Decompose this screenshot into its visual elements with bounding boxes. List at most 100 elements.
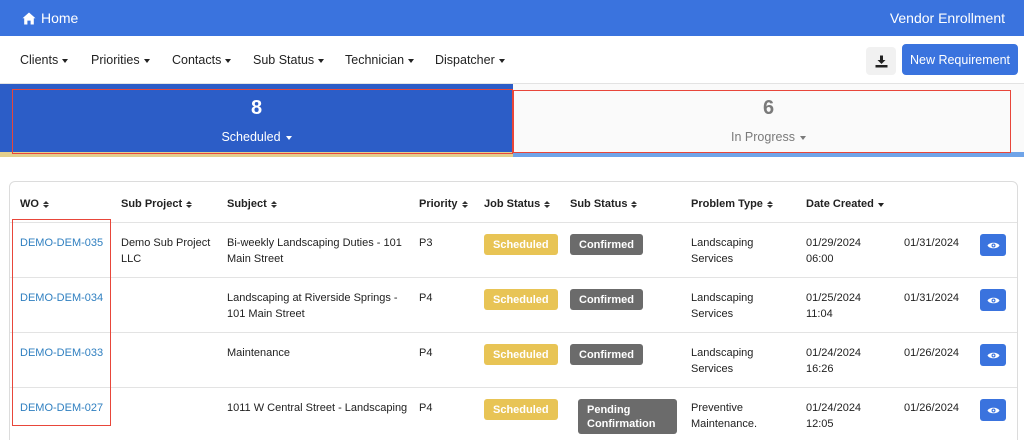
scheduled-tab[interactable]: 8 Scheduled xyxy=(0,84,513,157)
filter-label: Contacts xyxy=(172,53,222,67)
sort-icon xyxy=(270,200,277,208)
column-header-wo[interactable]: WO xyxy=(20,198,49,210)
wo-link[interactable]: DEMO-DEM-027 xyxy=(20,400,103,416)
filter-label: Clients xyxy=(20,53,59,67)
home-icon xyxy=(22,12,36,24)
time-line: 06:00 xyxy=(806,253,834,265)
date-line: 01/25/2024 xyxy=(806,292,862,304)
problem-type-line: Maintenance. xyxy=(691,418,758,430)
table-row: DEMO-DEM-035 Demo Sub Project LLC Bi-week… xyxy=(10,222,1017,277)
filter-label: Technician xyxy=(345,53,405,67)
caret-down-icon xyxy=(408,58,415,63)
filter-sub-status-dropdown[interactable]: Sub Status xyxy=(253,53,325,67)
sort-icon xyxy=(186,200,193,208)
date-created-cell: 01/29/2024 06:00 xyxy=(806,235,861,267)
column-header-job-status[interactable]: Job Status xyxy=(484,198,551,210)
download-icon xyxy=(875,55,887,67)
date-line: 01/29/2024 xyxy=(806,237,862,249)
sort-icon xyxy=(42,200,49,208)
problem-type-cell: Landscaping Services xyxy=(691,235,753,267)
eye-icon xyxy=(987,242,999,248)
filter-technician-dropdown[interactable]: Technician xyxy=(345,53,415,67)
due-date-cell: 01/26/2024 xyxy=(904,402,960,414)
caret-down-icon xyxy=(285,135,292,140)
due-date-cell: 01/26/2024 xyxy=(904,347,960,359)
column-header-subject[interactable]: Subject xyxy=(227,198,277,210)
caret-down-icon xyxy=(318,58,325,63)
wo-link[interactable]: DEMO-DEM-034 xyxy=(20,290,103,306)
scheduled-count: 8 xyxy=(250,97,263,119)
priority-cell: P4 xyxy=(419,292,433,304)
view-button[interactable] xyxy=(980,399,1006,421)
column-header-label: Problem Type xyxy=(691,198,763,210)
column-header-sub-status[interactable]: Sub Status xyxy=(570,198,638,210)
filter-clients-dropdown[interactable]: Clients xyxy=(20,53,69,67)
in-progress-count: 6 xyxy=(762,97,775,119)
subject-line: Bi-weekly Landscaping Duties - 101 xyxy=(227,237,402,249)
column-header-sub-project[interactable]: Sub Project xyxy=(121,198,193,210)
column-header-label: Sub Status xyxy=(570,198,628,210)
subject-line: Landscaping at Riverside Springs - xyxy=(227,292,398,304)
problem-type-line: Landscaping xyxy=(691,237,754,249)
sub-status-line: Pending xyxy=(587,404,631,416)
subject-line: 1011 W Central Street - Landscaping xyxy=(227,402,408,414)
download-button[interactable] xyxy=(866,47,896,75)
problem-type-line: Preventive xyxy=(691,402,743,414)
sub-status-badge: Pending Confirmation xyxy=(578,399,677,434)
filter-contacts-dropdown[interactable]: Contacts xyxy=(172,53,232,67)
caret-down-icon xyxy=(143,58,150,63)
column-header-date-created[interactable]: Date Created xyxy=(806,198,884,210)
sub-status-line: Confirmation xyxy=(587,418,656,430)
problem-type-line: Services xyxy=(691,253,734,265)
date-line: 01/24/2024 xyxy=(806,347,862,359)
top-navbar: Home Vendor Enrollment xyxy=(0,0,1024,36)
problem-type-cell: Landscaping Services xyxy=(691,290,753,322)
eye-icon xyxy=(987,407,999,413)
sub-project-line: Demo Sub Project xyxy=(121,237,211,249)
sort-icon xyxy=(461,200,468,208)
eye-icon xyxy=(987,352,999,358)
column-header-label: WO xyxy=(20,198,39,210)
subject-cell: Bi-weekly Landscaping Duties - 101 Main S… xyxy=(227,235,402,267)
home-label: Home xyxy=(41,10,79,26)
caret-down-icon xyxy=(225,58,232,63)
home-link[interactable]: Home xyxy=(22,10,78,26)
subject-cell: Landscaping at Riverside Springs - 101 Ma… xyxy=(227,290,398,322)
in-progress-label-dropdown[interactable]: In Progress xyxy=(513,130,1024,144)
wo-link[interactable]: DEMO-DEM-035 xyxy=(20,235,103,251)
view-button[interactable] xyxy=(980,289,1006,311)
job-status-badge: Scheduled xyxy=(484,399,558,420)
column-header-label: Date Created xyxy=(806,198,874,210)
wo-link[interactable]: DEMO-DEM-033 xyxy=(20,345,103,361)
filter-dispatcher-dropdown[interactable]: Dispatcher xyxy=(435,53,505,67)
filter-priorities-dropdown[interactable]: Priorities xyxy=(91,53,150,67)
time-line: 16:26 xyxy=(806,363,834,375)
in-progress-tab[interactable]: 6 In Progress xyxy=(513,84,1024,157)
new-requirement-button[interactable]: New Requirement xyxy=(902,44,1018,75)
priority-cell: P3 xyxy=(419,237,433,249)
problem-type-cell: Landscaping Services xyxy=(691,345,753,377)
date-created-cell: 01/24/2024 12:05 xyxy=(806,400,861,432)
in-progress-label: In Progress xyxy=(731,130,795,144)
filter-bar: Clients Priorities Contacts Sub Status T… xyxy=(0,36,1024,84)
date-created-cell: 01/24/2024 16:26 xyxy=(806,345,861,377)
view-button[interactable] xyxy=(980,234,1006,256)
subject-line: 101 Main Street xyxy=(227,308,305,320)
date-created-cell: 01/25/2024 11:04 xyxy=(806,290,861,322)
priority-cell: P4 xyxy=(419,402,433,414)
problem-type-line: Services xyxy=(691,363,734,375)
scheduled-label-dropdown[interactable]: Scheduled xyxy=(0,130,513,144)
problem-type-cell: Preventive Maintenance. xyxy=(691,400,757,432)
filter-label: Sub Status xyxy=(253,53,315,67)
vendor-enrollment-link[interactable]: Vendor Enrollment xyxy=(890,10,1005,26)
priority-cell: P4 xyxy=(419,347,433,359)
sort-icon xyxy=(631,200,638,208)
filter-label: Priorities xyxy=(91,53,140,67)
filter-label: Dispatcher xyxy=(435,53,495,67)
column-header-priority[interactable]: Priority xyxy=(419,198,468,210)
time-line: 12:05 xyxy=(806,418,834,430)
column-header-problem-type[interactable]: Problem Type xyxy=(691,198,773,210)
due-date-cell: 01/31/2024 xyxy=(904,292,960,304)
view-button[interactable] xyxy=(980,344,1006,366)
work-orders-table: WO Sub Project Subject Priority Job Stat… xyxy=(9,181,1018,440)
